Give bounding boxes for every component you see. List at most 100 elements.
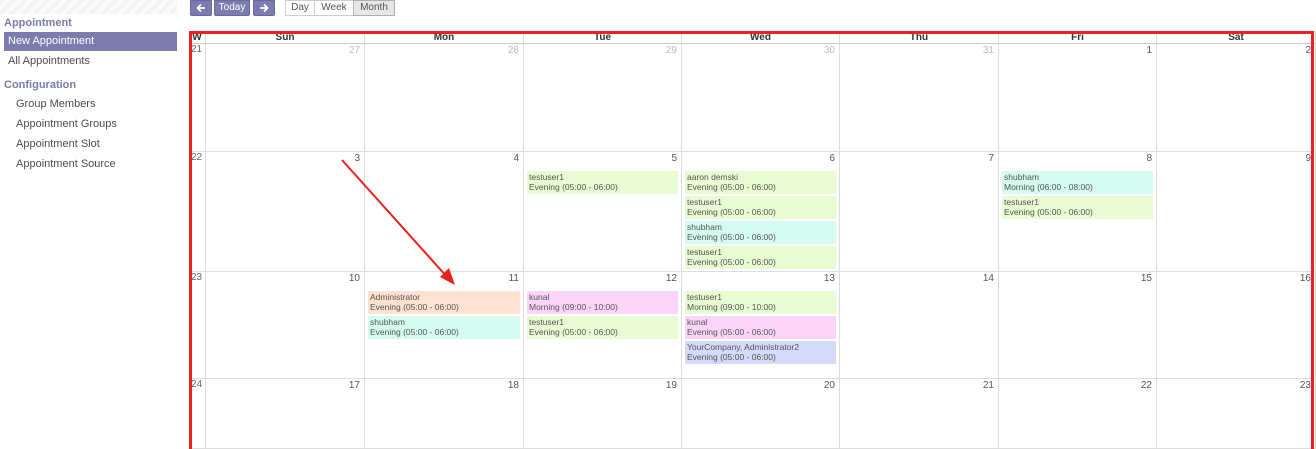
day-number: 27 <box>348 45 360 56</box>
day-cell[interactable]: 13 testuser1 Morning (09:00 - 10:00) kunal E… <box>682 272 840 379</box>
day-number: 29 <box>665 45 677 56</box>
week-column-header: W <box>189 31 206 44</box>
day-number: 2 <box>1305 45 1311 56</box>
day-header-sun: Sun <box>206 31 365 44</box>
day-cell[interactable]: 1 <box>999 44 1157 152</box>
day-number: 13 <box>823 273 835 284</box>
day-cell[interactable]: 2 <box>1157 44 1316 152</box>
event-slot: Evening (05:00 - 06:00) <box>687 182 776 192</box>
event-slot: Evening (05:00 - 06:00) <box>687 352 776 362</box>
day-header-tue: Tue <box>524 31 682 44</box>
calendar-event[interactable]: testuser1 Morning (09:00 - 10:00) <box>685 291 836 314</box>
day-cell[interactable]: 30 <box>682 44 840 152</box>
day-number: 1 <box>1146 45 1152 56</box>
day-number: 14 <box>982 273 994 284</box>
day-cell[interactable]: 8 shubham Morning (06:00 - 08:00) testuser1… <box>999 152 1157 272</box>
view-month-button[interactable]: Month <box>353 0 395 16</box>
month-calendar: W Sun Mon Tue Wed Thu Fri Sat 21 27 28 29 30 31 1 2 22 3 4… <box>189 31 1316 449</box>
event-slot: Evening (05:00 - 06:00) <box>687 232 776 242</box>
sidebar-item-appointment-groups[interactable]: Appointment Groups <box>4 115 177 134</box>
day-cell[interactable]: 4 <box>365 152 524 272</box>
event-attendee: testuser1 <box>529 172 564 182</box>
day-number: 10 <box>348 273 360 284</box>
calendar-event[interactable]: testuser1 Evening (05:00 - 06:00) <box>527 316 678 339</box>
day-header-sat: Sat <box>1157 31 1316 44</box>
event-slot: Evening (05:00 - 06:00) <box>687 207 776 217</box>
day-cell[interactable]: 6 aaron demski Evening (05:00 - 06:00) test… <box>682 152 840 272</box>
day-number: 30 <box>823 45 835 56</box>
calendar-event[interactable]: aaron demski Evening (05:00 - 06:00) <box>685 171 836 194</box>
day-cell[interactable]: 16 <box>1157 272 1316 379</box>
day-number: 18 <box>507 380 519 391</box>
event-slot: Morning (06:00 - 08:00) <box>1004 182 1093 192</box>
day-number: 3 <box>354 153 360 164</box>
calendar-event[interactable]: testuser1 Evening (05:00 - 06:00) <box>685 196 836 219</box>
sidebar-item-new-appointment[interactable]: New Appointment <box>4 32 177 51</box>
day-number: 22 <box>1140 380 1152 391</box>
event-attendee: testuser1 <box>1004 197 1039 207</box>
day-header-mon: Mon <box>365 31 524 44</box>
calendar-event[interactable]: testuser1 Evening (05:00 - 06:00) <box>1002 196 1153 219</box>
event-slot: Evening (05:00 - 06:00) <box>529 327 618 337</box>
week-number: 21 <box>189 44 206 152</box>
sidebar-heading-configuration: Configuration <box>4 79 77 91</box>
calendar-event[interactable]: testuser1 Evening (05:00 - 06:00) <box>685 246 836 269</box>
next-button[interactable] <box>253 0 275 16</box>
day-cell[interactable]: 27 <box>206 44 365 152</box>
day-cell[interactable]: 28 <box>365 44 524 152</box>
day-cell[interactable]: 18 <box>365 379 524 449</box>
event-attendee: Administrator <box>370 292 421 302</box>
day-cell[interactable]: 3 <box>206 152 365 272</box>
day-number: 9 <box>1305 153 1311 164</box>
sidebar-item-appointment-slot[interactable]: Appointment Slot <box>4 135 177 154</box>
calendar-event[interactable]: kunal Morning (09:00 - 10:00) <box>527 291 678 314</box>
day-cell[interactable]: 10 <box>206 272 365 379</box>
calendar-event[interactable]: shubham Morning (06:00 - 08:00) <box>1002 171 1153 194</box>
calendar-event[interactable]: kunal Evening (05:00 - 06:00) <box>685 316 836 339</box>
event-attendee: shubham <box>1004 172 1039 182</box>
day-cell[interactable]: 9 <box>1157 152 1316 272</box>
event-attendee: kunal <box>687 317 708 327</box>
day-cell[interactable]: 29 <box>524 44 682 152</box>
event-attendee: kunal <box>529 292 550 302</box>
day-cell[interactable]: 5 testuser1 Evening (05:00 - 06:00) <box>524 152 682 272</box>
day-cell[interactable]: 31 <box>840 44 999 152</box>
week-number: 22 <box>189 152 206 272</box>
today-button[interactable]: Today <box>214 0 250 16</box>
event-slot: Morning (09:00 - 10:00) <box>687 302 776 312</box>
calendar-event[interactable]: YourCompany, Administrator2 Evening (05:0… <box>685 341 836 364</box>
sidebar-top-fade <box>0 0 177 14</box>
event-attendee: shubham <box>687 222 722 232</box>
sidebar-item-group-members[interactable]: Group Members <box>4 95 177 114</box>
day-cell[interactable]: 7 <box>840 152 999 272</box>
view-day-button[interactable]: Day <box>285 0 315 16</box>
day-cell[interactable]: 21 <box>840 379 999 449</box>
event-attendee: testuser1 <box>529 317 564 327</box>
day-number: 15 <box>1140 273 1152 284</box>
day-cell[interactable]: 22 <box>999 379 1157 449</box>
day-cell[interactable]: 11 Administrator Evening (05:00 - 06:00) sh… <box>365 272 524 379</box>
day-cell[interactable]: 19 <box>524 379 682 449</box>
day-number: 11 <box>508 273 519 284</box>
sidebar: Appointment New Appointment All Appointm… <box>0 0 177 449</box>
day-cell[interactable]: 14 <box>840 272 999 379</box>
calendar-event[interactable]: Administrator Evening (05:00 - 06:00) <box>368 291 520 314</box>
event-slot: Evening (05:00 - 06:00) <box>370 302 459 312</box>
event-slot: Evening (05:00 - 06:00) <box>687 257 776 267</box>
day-cell[interactable]: 17 <box>206 379 365 449</box>
day-number: 31 <box>982 45 994 56</box>
calendar-event[interactable]: testuser1 Evening (05:00 - 06:00) <box>527 171 678 194</box>
previous-button[interactable] <box>190 0 212 16</box>
arrow-left-icon <box>196 3 205 13</box>
day-cell[interactable]: 15 <box>999 272 1157 379</box>
day-cell[interactable]: 23 <box>1157 379 1316 449</box>
calendar-event[interactable]: shubham Evening (05:00 - 06:00) <box>685 221 836 244</box>
event-attendee: testuser1 <box>687 197 722 207</box>
day-number: 20 <box>823 380 835 391</box>
day-cell[interactable]: 12 kunal Morning (09:00 - 10:00) testuser1 E… <box>524 272 682 379</box>
sidebar-item-all-appointments[interactable]: All Appointments <box>4 52 177 71</box>
day-cell[interactable]: 20 <box>682 379 840 449</box>
view-week-button[interactable]: Week <box>314 0 354 16</box>
calendar-event[interactable]: shubham Evening (05:00 - 06:00) <box>368 316 520 339</box>
sidebar-item-appointment-source[interactable]: Appointment Source <box>4 155 177 174</box>
